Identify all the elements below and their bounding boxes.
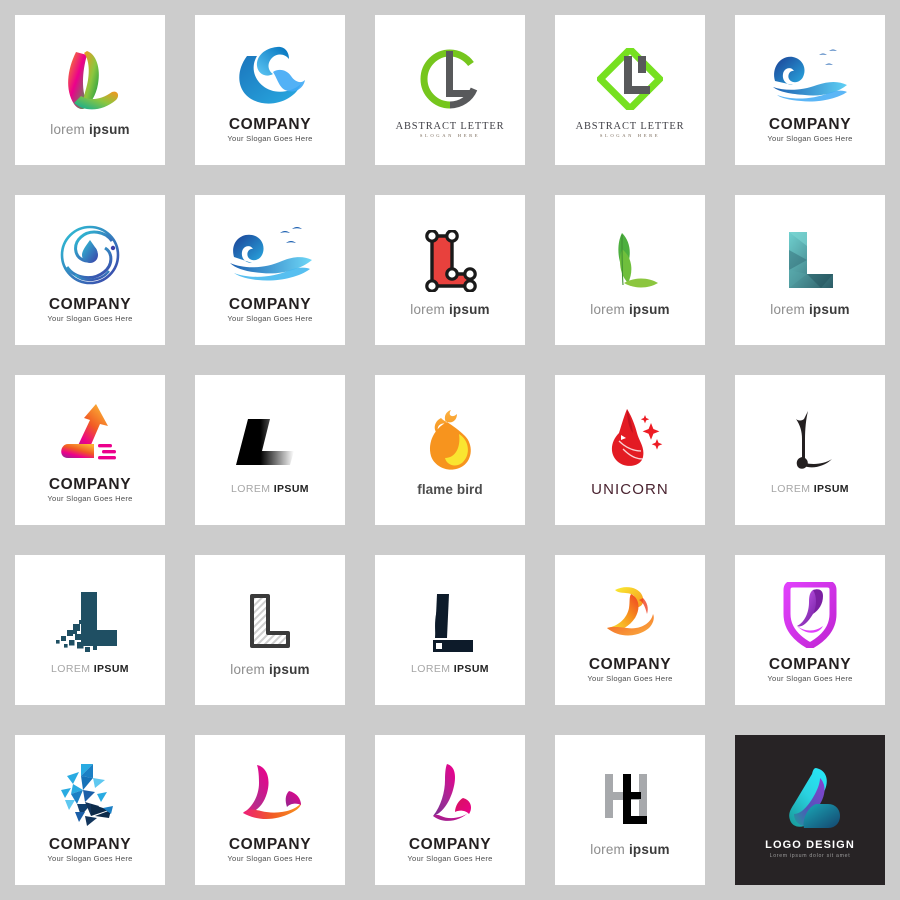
- tile-caption: COMPANY Your Slogan Goes Here: [407, 836, 493, 863]
- logo-tile-12[interactable]: LOREM IPSUM: [195, 375, 345, 525]
- tile-caption: COMPANY Your Slogan Goes Here: [47, 476, 133, 503]
- tile-caption: lorem ipsum: [410, 301, 490, 317]
- logo-tile-20[interactable]: COMPANY Your Slogan Goes Here: [735, 555, 885, 705]
- tile-caption: LOGO DESIGN Lorem ipsum dolor sit amet: [765, 839, 855, 860]
- tile-caption: COMPANY Your Slogan Goes Here: [227, 296, 313, 323]
- logo-tile-4[interactable]: ABSTRACT LETTER SLOGAN HERE: [555, 15, 705, 165]
- tile-caption: COMPANY Your Slogan Goes Here: [767, 116, 853, 143]
- teal-purple-gradient-l-icon: [735, 760, 885, 836]
- logo-tile-5[interactable]: COMPANY Your Slogan Goes Here: [735, 15, 885, 165]
- sharp-serif-l-icon: [375, 584, 525, 660]
- logo-tile-24[interactable]: lorem ipsum: [555, 735, 705, 885]
- flame-bird-icon: [375, 403, 525, 479]
- blue-wave-crescent-icon: [195, 37, 345, 113]
- logo-tile-9[interactable]: lorem ipsum: [555, 195, 705, 345]
- tile-caption: UNICORN: [591, 480, 669, 498]
- blue-wave-birds-wide-icon: [195, 217, 345, 293]
- hatched-outline-l-icon: [195, 583, 345, 659]
- unicorn-head-icon: [555, 402, 705, 478]
- tile-caption: COMPANY Your Slogan Goes Here: [47, 836, 133, 863]
- tile-caption: lorem ipsum: [50, 121, 130, 137]
- tile-caption: LOREM IPSUM: [411, 663, 489, 676]
- logo-tile-8[interactable]: lorem ipsum: [375, 195, 525, 345]
- logo-tile-14[interactable]: UNICORN: [555, 375, 705, 525]
- logo-tile-6[interactable]: COMPANY Your Slogan Goes Here: [15, 195, 165, 345]
- green-leaf-sprout-l-icon: [555, 223, 705, 299]
- tile-caption: LOREM IPSUM: [231, 483, 309, 496]
- logo-tile-13[interactable]: flame bird: [375, 375, 525, 525]
- logo-tile-18[interactable]: LOREM IPSUM: [375, 555, 525, 705]
- pink-ribbon-l-icon: [375, 757, 525, 833]
- logo-tile-3[interactable]: ABSTRACT LETTER SLOGAN HERE: [375, 15, 525, 165]
- teal-faceted-l-icon: [735, 223, 885, 299]
- tile-caption: COMPANY Your Slogan Goes Here: [47, 296, 133, 323]
- diamond-green-gray-letter-icon: [555, 41, 705, 117]
- pixel-dissolve-l-icon: [15, 584, 165, 660]
- tile-caption: ABSTRACT LETTER SLOGAN HERE: [575, 120, 685, 139]
- logo-tile-22[interactable]: COMPANY Your Slogan Goes Here: [195, 735, 345, 885]
- red-node-bracket-l-icon: [375, 223, 525, 299]
- logo-tile-1[interactable]: lorem ipsum: [15, 15, 165, 165]
- logo-tile-10[interactable]: lorem ipsum: [735, 195, 885, 345]
- arrow-up-gradient-l-icon: [15, 397, 165, 473]
- tile-caption: lorem ipsum: [230, 661, 310, 677]
- logo-tile-16[interactable]: LOREM IPSUM: [15, 555, 165, 705]
- tile-caption: flame bird: [417, 481, 483, 497]
- tile-caption: COMPANY Your Slogan Goes Here: [227, 836, 313, 863]
- logo-tile-11[interactable]: COMPANY Your Slogan Goes Here: [15, 375, 165, 525]
- gray-black-monogram-hl-icon: [555, 763, 705, 839]
- tile-caption: COMPANY Your Slogan Goes Here: [227, 116, 313, 143]
- orange-ribbon-swan-l-icon: [555, 577, 705, 653]
- logo-tile-2[interactable]: COMPANY Your Slogan Goes Here: [195, 15, 345, 165]
- magenta-orange-swoosh-l-icon: [195, 757, 345, 833]
- tile-caption: lorem ipsum: [590, 841, 670, 857]
- logo-tile-25[interactable]: LOGO DESIGN Lorem ipsum dolor sit amet: [735, 735, 885, 885]
- tile-caption: ABSTRACT LETTER SLOGAN HERE: [395, 120, 505, 139]
- blue-wave-birds-icon: [735, 37, 885, 113]
- calligraphy-brush-l-icon: [735, 404, 885, 480]
- tile-caption: LOREM IPSUM: [771, 483, 849, 496]
- tile-caption: lorem ipsum: [590, 301, 670, 317]
- swirl-waterdrop-circle-icon: [15, 217, 165, 293]
- logo-tile-7[interactable]: COMPANY Your Slogan Goes Here: [195, 195, 345, 345]
- logo-grid: lorem ipsum COMPANY Your Slogan Goes Her…: [0, 0, 900, 900]
- tile-caption: LOREM IPSUM: [51, 663, 129, 676]
- tile-caption: COMPANY Your Slogan Goes Here: [587, 656, 673, 683]
- purple-shield-l-icon: [735, 577, 885, 653]
- logo-tile-15[interactable]: LOREM IPSUM: [735, 375, 885, 525]
- logo-tile-17[interactable]: lorem ipsum: [195, 555, 345, 705]
- circle-green-gray-letter-icon: [375, 41, 525, 117]
- polygon-mosaic-l-icon: [15, 757, 165, 833]
- rainbow-swoosh-l-icon: [15, 43, 165, 119]
- tile-caption: lorem ipsum: [770, 301, 850, 317]
- logo-tile-23[interactable]: COMPANY Your Slogan Goes Here: [375, 735, 525, 885]
- logo-tile-21[interactable]: COMPANY Your Slogan Goes Here: [15, 735, 165, 885]
- black-fade-speed-l-icon: [195, 404, 345, 480]
- logo-tile-19[interactable]: COMPANY Your Slogan Goes Here: [555, 555, 705, 705]
- tile-caption: COMPANY Your Slogan Goes Here: [767, 656, 853, 683]
